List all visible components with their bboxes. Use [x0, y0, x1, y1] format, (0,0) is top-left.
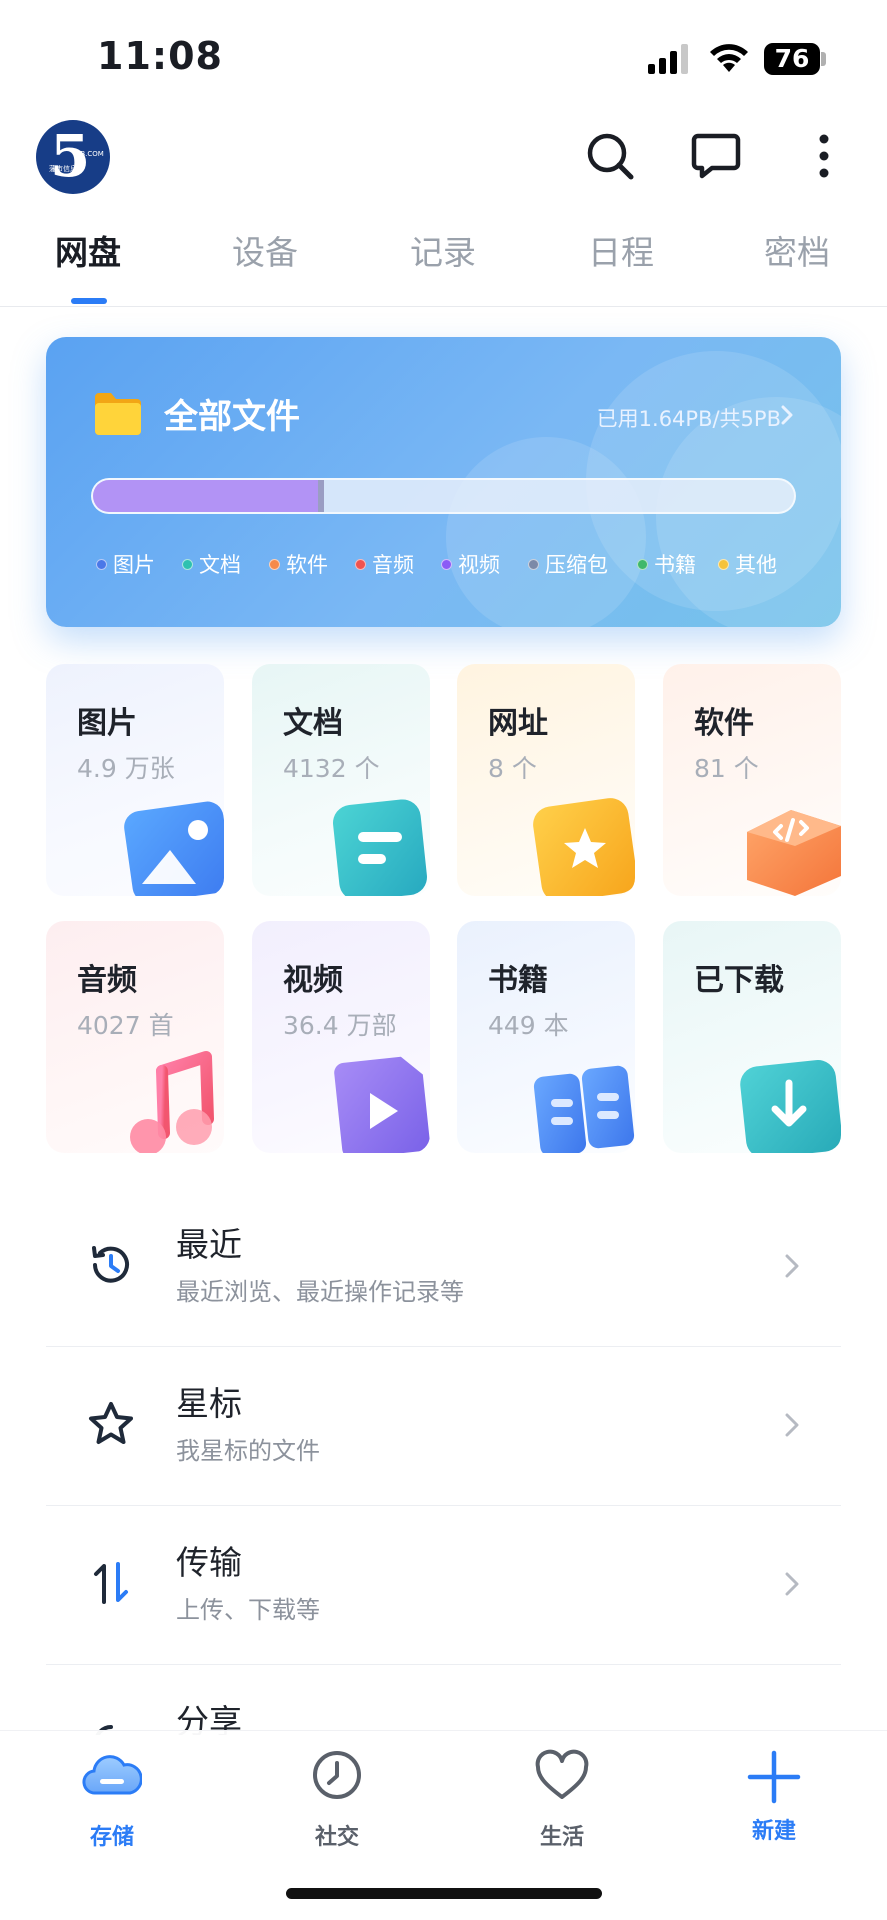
storage-summary-card[interactable]: 全部文件 已用1.64PB/共5PB 图片 文档 软件 音频 视频 压缩包 书籍…	[46, 337, 841, 627]
transfer-icon	[94, 1562, 128, 1604]
chevron-right-icon	[785, 1254, 799, 1278]
legend-item: 软件	[269, 549, 328, 579]
nav-life[interactable]: 生活	[502, 1747, 622, 1857]
legend-dot	[182, 558, 193, 570]
tab-records[interactable]: 记录	[410, 226, 476, 274]
search-icon[interactable]	[584, 130, 636, 182]
status-time: 11:08	[97, 34, 223, 78]
category-books[interactable]: 书籍 449 本	[457, 921, 635, 1153]
nav-new[interactable]: 新建	[714, 1747, 834, 1857]
legend-dot	[718, 558, 729, 570]
category-bookmarks[interactable]: 网址 8 个	[457, 664, 635, 896]
plus-icon	[747, 1750, 801, 1804]
storage-progress-fill	[93, 480, 325, 512]
heart-icon	[535, 1749, 589, 1799]
chevron-right-icon	[781, 405, 793, 425]
legend-dot	[637, 558, 648, 570]
legend-dot	[355, 558, 366, 570]
open-book-icon	[533, 1065, 635, 1153]
message-icon[interactable]	[690, 130, 742, 182]
legend-item: 图片	[96, 549, 155, 579]
nav-social[interactable]: 社交	[277, 1747, 397, 1857]
cloud-icon	[82, 1755, 142, 1795]
active-tab-indicator	[71, 298, 107, 304]
category-audio[interactable]: 音频 4027 首	[46, 921, 224, 1153]
tab-devices[interactable]: 设备	[232, 226, 298, 274]
chevron-right-icon	[785, 1572, 799, 1596]
battery-level: 76	[774, 44, 810, 73]
tab-wangpan[interactable]: 网盘	[55, 226, 121, 274]
legend-item: 其他	[718, 549, 777, 579]
legend-item: 音频	[355, 549, 414, 579]
chevron-right-icon	[785, 1413, 799, 1437]
legend-item: 压缩包	[528, 549, 608, 579]
download-icon	[740, 1060, 841, 1153]
legend-dot	[269, 558, 280, 570]
top-tabs: 网盘 设备 记录 日程 密档	[0, 226, 887, 306]
play-file-icon	[334, 1056, 430, 1153]
history-icon	[92, 1246, 129, 1283]
storage-title: 全部文件	[164, 397, 300, 437]
document-icon	[333, 799, 427, 896]
storage-legend: 图片 文档 软件 音频 视频 压缩包 书籍 其他	[96, 549, 816, 579]
nav-storage[interactable]: 存储	[52, 1747, 172, 1857]
list-item-share[interactable]: 分享	[46, 1665, 841, 1735]
image-icon	[124, 801, 224, 896]
legend-dot	[528, 558, 539, 570]
star-icon	[89, 1402, 133, 1444]
legend-item: 视频	[441, 549, 500, 579]
tab-vault[interactable]: 密档	[764, 226, 830, 274]
list-item-starred[interactable]: 星标 我星标的文件	[46, 1347, 841, 1505]
music-note-icon	[130, 1051, 214, 1153]
category-images[interactable]: 图片 4.9 万张	[46, 664, 224, 896]
legend-item: 书籍	[637, 549, 696, 579]
category-video[interactable]: 视频 36.4 万部	[252, 921, 430, 1153]
legend-item: 文档	[182, 549, 241, 579]
battery-icon: 76	[764, 43, 826, 75]
category-downloaded[interactable]: 已下载	[663, 921, 841, 1153]
category-software[interactable]: 软件 81 个	[663, 664, 841, 896]
folder-icon	[95, 393, 141, 435]
bookmark-star-icon	[533, 798, 635, 896]
clock-icon	[313, 1751, 361, 1799]
category-documents[interactable]: 文档 4132 个	[252, 664, 430, 896]
more-menu-icon[interactable]	[798, 130, 850, 182]
storage-usage: 已用1.64PB/共5PB	[596, 407, 781, 431]
cellular-signal-icon	[648, 44, 688, 74]
tab-schedule[interactable]: 日程	[588, 226, 654, 274]
code-box-icon	[747, 810, 841, 896]
status-bar: 11:08 76	[0, 0, 887, 110]
tabs-divider	[0, 306, 887, 307]
app-logo[interactable]: 5 YIB.COM 藩市信息	[36, 120, 110, 194]
legend-dot	[441, 558, 452, 570]
wifi-icon	[710, 44, 748, 72]
home-indicator	[286, 1888, 602, 1899]
list-item-recent[interactable]: 最近 最近浏览、最近操作记录等	[46, 1188, 841, 1346]
legend-dot	[96, 558, 107, 570]
storage-progress-bar	[91, 478, 796, 514]
list-item-transfer[interactable]: 传输 上传、下载等	[46, 1506, 841, 1664]
